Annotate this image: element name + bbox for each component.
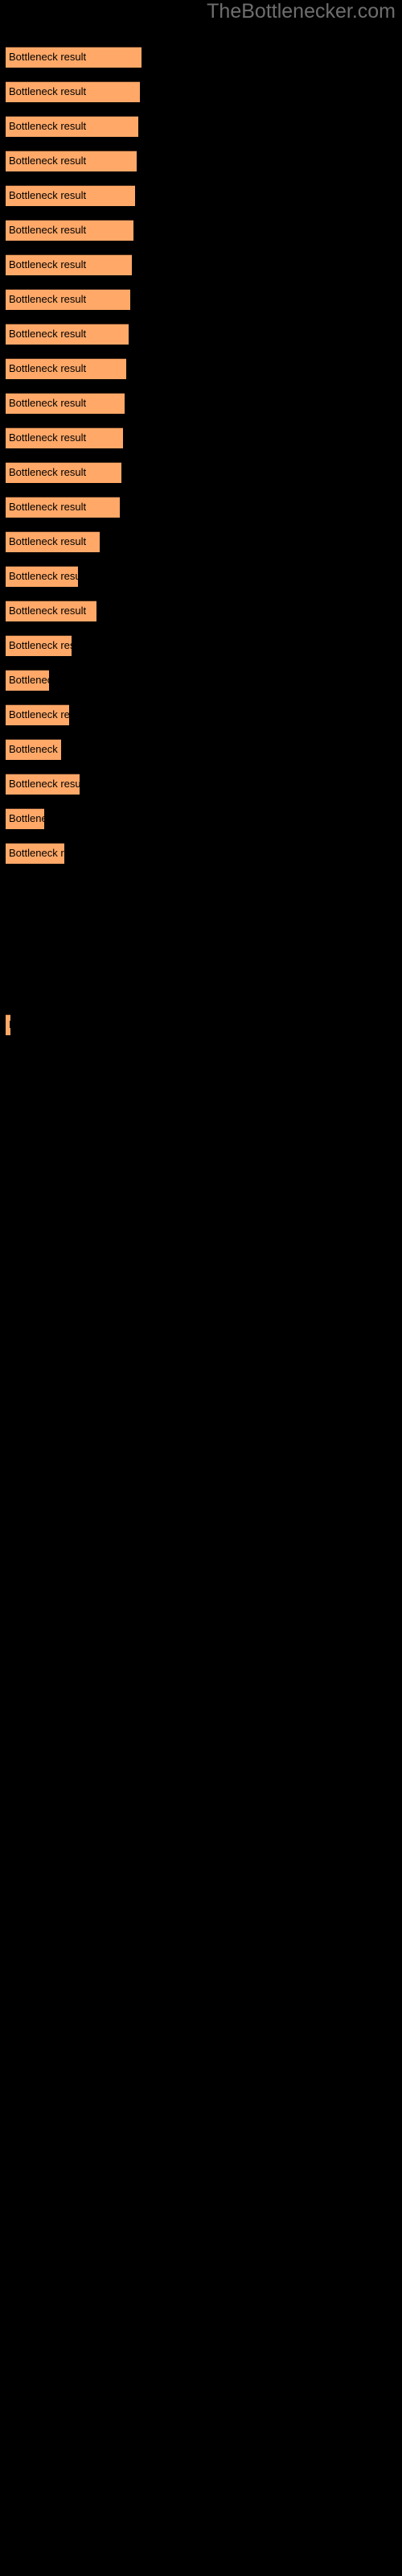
bar-label-clip: Bottleneck result: [6, 635, 72, 656]
bar-label: Bottleneck result: [9, 431, 87, 444]
bar-label-clip: Bottleneck result: [6, 670, 49, 691]
bar-label: Bottleneck result: [9, 189, 87, 201]
bar-label: Bottleneck result: [9, 258, 87, 270]
bar-row[interactable]: Bottleneck result: [6, 116, 138, 137]
bar-label-clip: Bottleneck result: [6, 324, 129, 345]
bar-row[interactable]: Bottleneck result: [6, 601, 96, 621]
bar-row[interactable]: Bottleneck result: [6, 358, 126, 379]
bar-label-clip: Bottleneck result: [6, 566, 78, 587]
bar-row[interactable]: Bottleneck result: [6, 1014, 10, 1035]
bar-label: Bottleneck result: [9, 328, 87, 340]
bar-label-clip: Bottleneck result: [6, 47, 142, 68]
bar-row[interactable]: Bottleneck result: [6, 254, 132, 275]
bar-label-clip: Bottleneck result: [6, 1014, 10, 1035]
bar-row[interactable]: Bottleneck result: [6, 151, 137, 171]
bar-label: Bottleneck result: [9, 293, 87, 305]
bar-label-clip: Bottleneck result: [6, 81, 140, 102]
bar-label-clip: Bottleneck result: [6, 358, 126, 379]
bar-label: Bottleneck result: [9, 812, 44, 824]
bar-label: Bottleneck result: [9, 570, 78, 582]
bar-label: Bottleneck result: [9, 85, 87, 97]
bar-row[interactable]: Bottleneck result: [6, 774, 80, 795]
bar-label-clip: Bottleneck result: [6, 704, 69, 725]
bar-label-clip: Bottleneck result: [6, 151, 137, 171]
bar-label-clip: Bottleneck result: [6, 462, 121, 483]
bar-label-clip: Bottleneck result: [6, 116, 138, 137]
bar-label-clip: Bottleneck result: [6, 843, 64, 864]
bottleneck-bar-chart: TheBottlenecker.com Bottleneck result Bot…: [0, 0, 402, 2576]
bar-label-clip: Bottleneck result: [6, 393, 125, 414]
bar-row[interactable]: Bottleneck result: [6, 704, 69, 725]
bar-label-clip: Bottleneck result: [6, 808, 44, 829]
bar-label: Bottleneck result: [9, 362, 87, 374]
bar-label: Bottleneck result: [9, 120, 87, 132]
bar-label-clip: Bottleneck result: [6, 185, 135, 206]
bar-row[interactable]: Bottleneck result: [6, 220, 133, 241]
bar-row[interactable]: Bottleneck result: [6, 808, 44, 829]
bar-label: Bottleneck result: [9, 708, 69, 720]
bar-label: Bottleneck result: [9, 224, 87, 236]
bar-label: Bottleneck result: [9, 778, 80, 790]
bar-label-clip: Bottleneck result: [6, 739, 61, 760]
bar-row[interactable]: Bottleneck result: [6, 289, 130, 310]
bar-row[interactable]: Bottleneck result: [6, 81, 140, 102]
bar-label-clip: Bottleneck result: [6, 289, 130, 310]
bar-label: Bottleneck result: [9, 1014, 10, 1035]
bar-row[interactable]: Bottleneck result: [6, 462, 121, 483]
bar-label: Bottleneck result: [9, 51, 87, 63]
bar-label: Bottleneck result: [9, 743, 61, 755]
bar-label: Bottleneck result: [9, 535, 87, 547]
bar-row[interactable]: Bottleneck result: [6, 531, 100, 552]
bar-row[interactable]: Bottleneck result: [6, 843, 64, 864]
bar-label: Bottleneck result: [9, 501, 87, 513]
bar-label-clip: Bottleneck result: [6, 774, 80, 795]
bar-row[interactable]: Bottleneck result: [6, 324, 129, 345]
bar-row[interactable]: Bottleneck result: [6, 566, 78, 587]
bar-row[interactable]: Bottleneck result: [6, 670, 49, 691]
bar-row[interactable]: Bottleneck result: [6, 497, 120, 518]
bar-series: Bottleneck result Bottleneck result Bottle…: [0, 0, 402, 2576]
bar-label-clip: Bottleneck result: [6, 427, 123, 448]
bar-label-clip: Bottleneck result: [6, 601, 96, 621]
bar-row[interactable]: Bottleneck result: [6, 393, 125, 414]
bar-label-clip: Bottleneck result: [6, 497, 120, 518]
bar-label-clip: Bottleneck result: [6, 531, 100, 552]
bar-row[interactable]: Bottleneck result: [6, 427, 123, 448]
bar-label: Bottleneck result: [9, 847, 64, 859]
bar-label: Bottleneck result: [9, 466, 87, 478]
bar-label: Bottleneck result: [9, 397, 87, 409]
bar-row[interactable]: Bottleneck result: [6, 185, 135, 206]
bar-label: Bottleneck result: [9, 674, 49, 686]
bar-label: Bottleneck result: [9, 155, 87, 167]
bar-label: Bottleneck result: [9, 605, 87, 617]
bar-label-clip: Bottleneck result: [6, 220, 133, 241]
bar-row[interactable]: Bottleneck result: [6, 47, 142, 68]
bar-row[interactable]: Bottleneck result: [6, 635, 72, 656]
bar-row[interactable]: Bottleneck result: [6, 739, 61, 760]
bar-label-clip: Bottleneck result: [6, 254, 132, 275]
bar-label: Bottleneck result: [9, 639, 72, 651]
